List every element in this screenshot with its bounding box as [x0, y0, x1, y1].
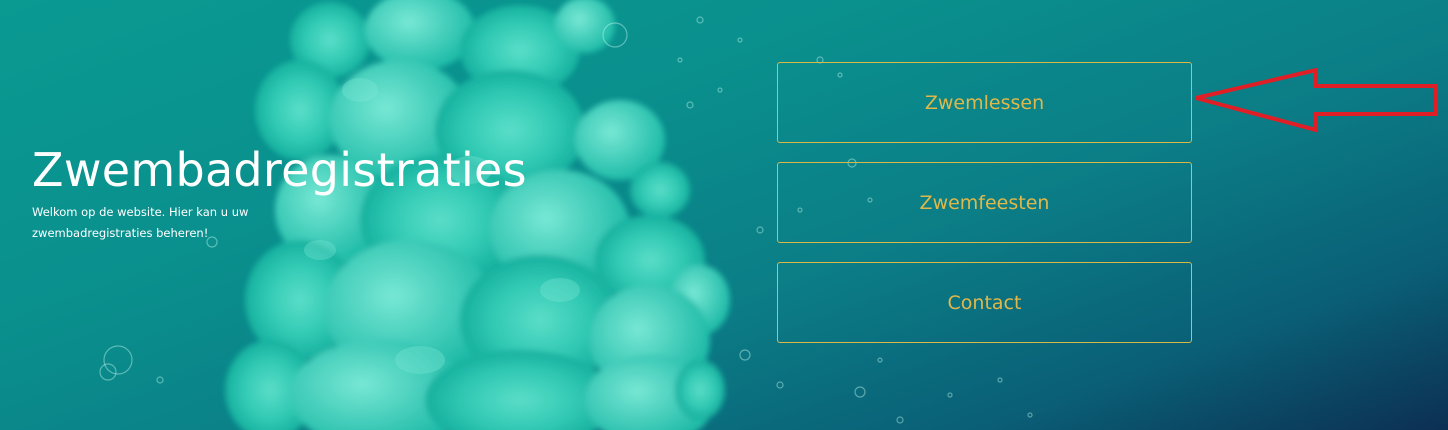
hero-text: Zwembadregistraties Welkom op de website…	[32, 140, 552, 244]
contact-button[interactable]: Contact	[777, 262, 1192, 343]
welcome-text: Welkom op de website. Hier kan u uw zwem…	[32, 205, 249, 240]
zwemlessen-button[interactable]: Zwemlessen	[777, 62, 1192, 143]
red-arrow-left-icon	[1195, 68, 1438, 133]
zwemfeesten-button[interactable]: Zwemfeesten	[777, 162, 1192, 243]
page-title: Zwembadregistraties	[32, 143, 527, 197]
hero-section: Zwembadregistraties Welkom op de website…	[0, 0, 1448, 430]
